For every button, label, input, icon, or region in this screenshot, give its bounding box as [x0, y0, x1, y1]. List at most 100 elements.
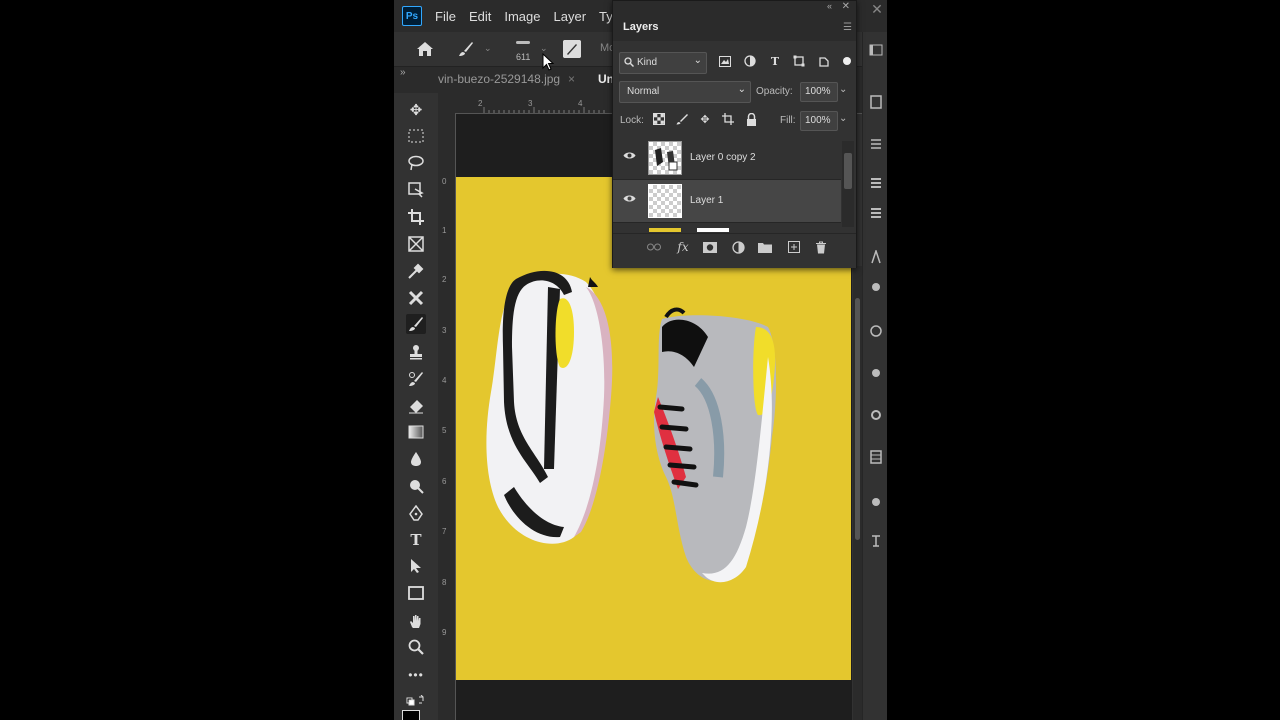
ruler-tick-label: 4 — [442, 376, 447, 385]
adjustments-icon[interactable] — [869, 137, 883, 151]
window-close-icon[interactable]: ✕ — [867, 0, 887, 18]
rectangle-tool-icon[interactable] — [406, 583, 426, 603]
libraries-icon[interactable] — [869, 177, 883, 191]
brush-preset-icon[interactable] — [458, 41, 474, 57]
chevron-down-icon[interactable]: ⌄ — [839, 84, 847, 95]
fill-input[interactable]: 100% — [800, 111, 838, 131]
marquee-tool-icon[interactable] — [406, 126, 426, 146]
brush-settings-icon[interactable] — [563, 40, 581, 58]
zoom-tool-icon[interactable] — [406, 637, 426, 657]
eraser-tool-icon[interactable] — [406, 396, 426, 416]
collapse-panel-icon[interactable]: « — [827, 1, 832, 11]
filter-toggle-icon[interactable] — [840, 54, 854, 68]
smart-object-filter-icon[interactable] — [817, 54, 831, 68]
type-filter-icon[interactable]: T — [768, 54, 782, 68]
history-brush-tool-icon[interactable] — [406, 369, 426, 389]
lock-image-pixels-icon[interactable] — [675, 112, 689, 126]
type-tool-icon[interactable]: T — [406, 530, 426, 550]
tools-panel: ✥ T ••• — [394, 93, 439, 720]
right-shoe — [654, 307, 777, 583]
mouse-cursor-icon — [542, 53, 554, 71]
lock-artboard-icon[interactable] — [721, 112, 735, 126]
properties-icon[interactable] — [869, 95, 883, 109]
glyphs-icon[interactable] — [869, 534, 883, 548]
photoshop-logo: Ps — [402, 6, 422, 26]
frame-tool-icon[interactable] — [406, 234, 426, 254]
default-colors-icon[interactable] — [406, 691, 426, 711]
blend-mode-value: Normal — [627, 86, 660, 97]
channels-icon[interactable] — [869, 450, 883, 464]
object-selection-tool-icon[interactable] — [406, 180, 426, 200]
menu-image[interactable]: Image — [504, 9, 540, 24]
crop-tool-icon[interactable] — [406, 207, 426, 227]
actions-icon[interactable] — [869, 408, 883, 422]
close-tab-icon[interactable]: × — [568, 72, 575, 86]
healing-brush-tool-icon[interactable] — [406, 288, 426, 308]
paths-icon[interactable] — [869, 494, 883, 508]
fx-layer-style-icon[interactable]: fx — [675, 239, 691, 255]
menu-edit[interactable]: Edit — [469, 9, 491, 24]
canvas-scrollbar-thumb[interactable] — [855, 298, 860, 540]
ruler-tick-label: 4 — [578, 99, 583, 108]
lasso-tool-icon[interactable] — [406, 153, 426, 173]
link-layers-icon[interactable] — [646, 239, 662, 255]
layer-row-layer-0-copy-2[interactable]: Layer 0 copy 2 — [613, 137, 841, 180]
brush-size-preview[interactable] — [516, 41, 530, 44]
lock-transparent-pixels-icon[interactable] — [652, 112, 666, 126]
opacity-input[interactable]: 100% — [800, 82, 838, 102]
navigator-icon[interactable] — [869, 324, 883, 338]
character-icon[interactable] — [869, 250, 883, 264]
panel-layout-icon[interactable] — [869, 43, 883, 57]
blend-mode-select[interactable]: Normal ⌄ — [619, 81, 751, 103]
layer-name[interactable]: Layer 0 copy 2 — [690, 152, 756, 163]
dodge-tool-icon[interactable] — [406, 476, 426, 496]
layers-scrollbar-thumb[interactable] — [844, 153, 852, 189]
ruler-tick-label: 3 — [528, 99, 533, 108]
move-tool-icon[interactable]: ✥ — [406, 100, 426, 120]
history-icon[interactable] — [869, 366, 883, 380]
delete-layer-trash-icon[interactable] — [813, 239, 829, 255]
close-panel-icon[interactable]: ✕ — [842, 1, 850, 12]
expand-panels-icon[interactable]: » — [400, 67, 406, 78]
layer-name[interactable]: Layer 1 — [690, 195, 723, 206]
ruler-tick-label: 1 — [442, 226, 447, 235]
brush-tool-icon[interactable] — [406, 314, 426, 334]
new-group-folder-icon[interactable] — [757, 239, 773, 255]
clone-stamp-tool-icon[interactable] — [406, 342, 426, 362]
chevron-down-icon[interactable]: ⌄ — [484, 43, 492, 54]
layer-filter-kind-select[interactable]: Kind ⌄ — [619, 52, 707, 74]
hand-tool-icon[interactable] — [406, 611, 426, 631]
layer-row-layer-1[interactable]: Layer 1 — [613, 180, 841, 223]
pen-tool-icon[interactable] — [406, 503, 426, 523]
new-layer-icon[interactable] — [786, 239, 802, 255]
visibility-eye-icon[interactable] — [623, 151, 636, 160]
menu-layer[interactable]: Layer — [554, 9, 587, 24]
pixel-filter-icon[interactable] — [718, 54, 732, 68]
chevron-down-icon[interactable]: ⌄ — [839, 113, 847, 124]
lock-all-icon[interactable] — [744, 112, 758, 126]
adjustment-filter-icon[interactable] — [743, 54, 757, 68]
menu-file[interactable]: File — [435, 9, 456, 24]
foreground-color-swatch[interactable] — [402, 710, 420, 720]
panel-menu-icon[interactable]: ☰ — [843, 22, 852, 33]
layers-tab[interactable]: Layers — [623, 21, 658, 33]
ruler-tick-label: 7 — [442, 527, 447, 536]
brush-size-value[interactable]: 611 — [516, 52, 530, 62]
eyedropper-tool-icon[interactable] — [406, 261, 426, 281]
home-icon[interactable] — [416, 41, 434, 57]
visibility-eye-icon[interactable] — [623, 194, 636, 203]
swatches-icon[interactable] — [869, 207, 883, 221]
partial-layer-mask-thumbnail — [697, 228, 729, 232]
blur-tool-icon[interactable] — [406, 449, 426, 469]
add-mask-icon[interactable] — [702, 239, 718, 255]
gradient-tool-icon[interactable] — [406, 422, 426, 442]
right-panel-dock — [862, 32, 887, 720]
more-tools-icon[interactable]: ••• — [406, 665, 426, 685]
brush-settings-dock-icon[interactable] — [869, 280, 883, 294]
path-selection-tool-icon[interactable] — [406, 556, 426, 576]
shape-filter-icon[interactable] — [792, 54, 806, 68]
document-tab-file[interactable]: vin-buezo-2529148.jpg — [438, 72, 560, 86]
new-adjustment-layer-icon[interactable] — [730, 239, 746, 255]
lock-position-icon[interactable]: ✥ — [698, 112, 712, 126]
ruler-tick-label: 9 — [442, 628, 447, 637]
